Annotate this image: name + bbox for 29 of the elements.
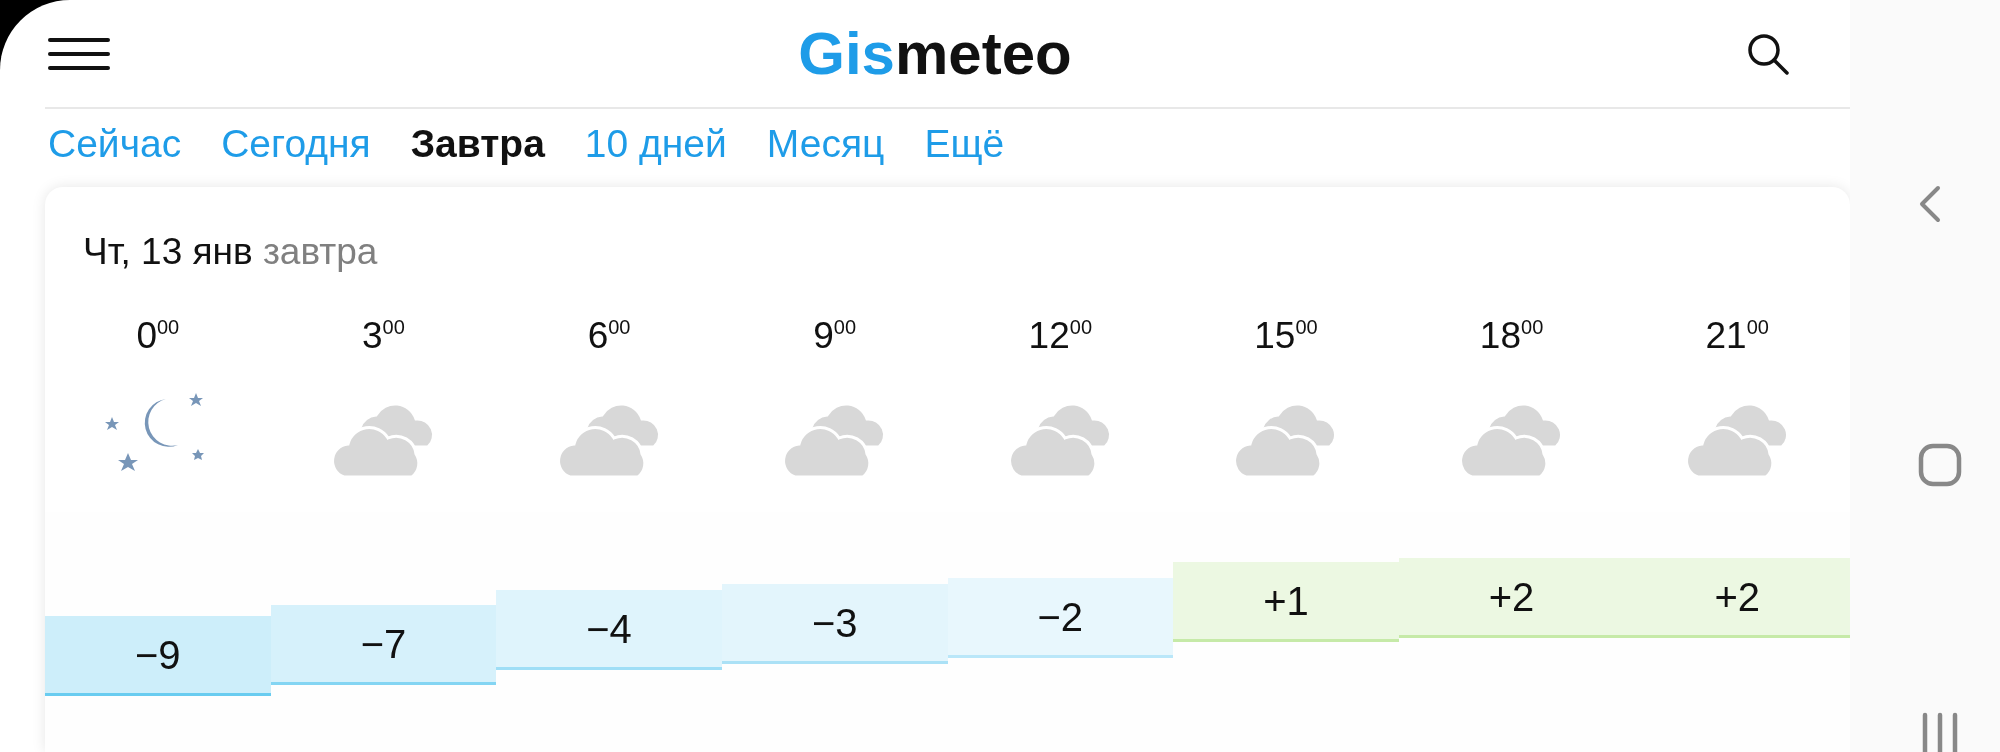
hour-label: 9$^{00}$ xyxy=(813,315,857,357)
hour-label: 0$^{00}$ xyxy=(136,315,180,357)
temperature-label: −4 xyxy=(586,609,632,649)
menu-icon[interactable] xyxy=(48,37,110,70)
search-icon[interactable] xyxy=(1746,31,1790,76)
hour-label: 21$^{00}$ xyxy=(1705,315,1769,357)
hour-label: 3$^{00}$ xyxy=(362,315,405,357)
hour-label: 6$^{00}$ xyxy=(587,315,631,357)
temperature-label: −2 xyxy=(1037,597,1084,637)
tab[interactable]: Сегодня xyxy=(221,122,371,167)
recent-apps-icon[interactable] xyxy=(1920,712,1960,752)
hour-label: 12$^{00}$ xyxy=(1028,315,1092,357)
temperature-label: +2 xyxy=(1714,577,1760,618)
logo[interactable]: Gismeteo xyxy=(798,19,1072,89)
hour-label: 18$^{00}$ xyxy=(1479,315,1544,357)
hour-label: 15$^{00}$ xyxy=(1254,315,1318,357)
temperature-label: −3 xyxy=(811,603,858,643)
temperature-label: +2 xyxy=(1488,577,1535,618)
forecast-date: Чт, 13 янв завтра xyxy=(82,230,379,273)
temperature-label: −7 xyxy=(360,624,407,665)
tab[interactable]: 10 дней xyxy=(584,122,727,167)
temperature-label: −9 xyxy=(135,634,181,675)
back-icon[interactable] xyxy=(1918,184,1942,224)
tab[interactable]: Сейчас xyxy=(48,122,182,167)
tab[interactable]: Месяц xyxy=(766,122,885,167)
tab[interactable]: Ещё xyxy=(924,122,1005,167)
home-icon[interactable] xyxy=(1918,443,1962,487)
temperature-label: +1 xyxy=(1263,580,1309,621)
tab[interactable]: Завтра xyxy=(410,122,545,167)
